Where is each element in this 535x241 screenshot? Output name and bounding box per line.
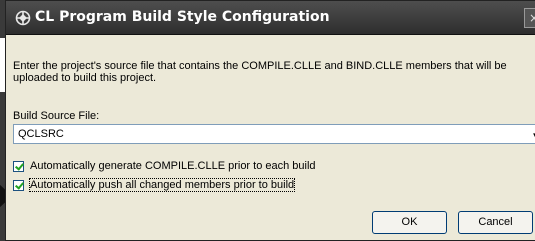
build-source-value: QCLSRC (18, 128, 64, 140)
push-members-label[interactable]: Automatically push all changed members p… (28, 178, 296, 192)
ok-button[interactable]: OK (372, 211, 447, 234)
title-bar[interactable]: CL Program Build Style Configuration × (6, 1, 535, 35)
generate-compile-checkbox[interactable] (13, 161, 24, 172)
build-source-label: Build Source File: (13, 110, 100, 122)
close-button[interactable]: × (524, 8, 535, 28)
dialog-title: CL Program Build Style Configuration (35, 9, 330, 25)
screen: CL Program Build Style Configuration × E… (0, 0, 535, 241)
push-members-checkbox[interactable] (13, 180, 24, 191)
generate-compile-label[interactable]: Automatically generate COMPILE.CLLE prio… (30, 160, 316, 172)
build-source-combo[interactable]: QCLSRC ▼ (13, 124, 535, 144)
build-style-dialog: CL Program Build Style Configuration × E… (5, 0, 535, 241)
cancel-button[interactable]: Cancel (458, 211, 533, 234)
description-text: Enter the project's source file that con… (13, 60, 507, 84)
dialog-content: Enter the project's source file that con… (6, 36, 535, 241)
close-icon: × (529, 11, 535, 25)
diamond-app-icon (15, 10, 31, 26)
chevron-down-icon[interactable]: ▼ (529, 125, 535, 143)
